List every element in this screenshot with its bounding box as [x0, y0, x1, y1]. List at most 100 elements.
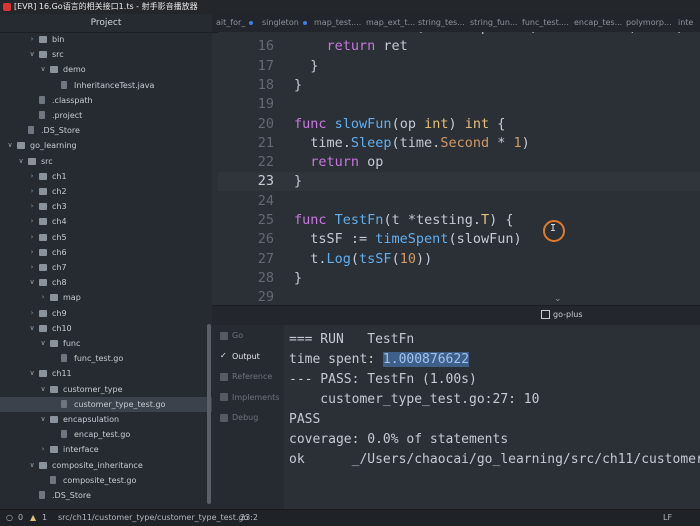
panel-tab-debug[interactable]: Debug — [220, 411, 258, 425]
chevron-down-icon[interactable]: ∨ — [28, 275, 36, 290]
tree-folder[interactable]: › ch1 — [0, 169, 212, 184]
code-editor[interactable]: 15 fmt.Println("time spent:", time.Since… — [218, 32, 700, 302]
chevron-down-icon[interactable]: ∨ — [28, 321, 36, 336]
tree-file[interactable]: composite_test.go — [0, 473, 212, 488]
tree-file[interactable]: .DS_Store — [0, 123, 212, 138]
tree-folder[interactable]: ∨ customer_type — [0, 382, 212, 397]
tree-folder[interactable]: › ch9 — [0, 306, 212, 321]
tree-file[interactable]: func_test.go — [0, 351, 212, 366]
chevron-right-icon[interactable]: › — [39, 442, 47, 457]
code-line[interactable]: 26 tsSF := timeSpent(slowFun) — [218, 230, 700, 249]
chevron-down-icon[interactable]: ∨ — [39, 336, 47, 351]
tree-file[interactable]: customer_type_test.go — [0, 396, 212, 412]
editor-tab[interactable]: string_tes... — [418, 14, 470, 32]
file-icon — [39, 111, 45, 119]
editor-tab[interactable]: ait_for_ — [216, 14, 262, 32]
chevron-down-icon[interactable]: ∨ — [28, 458, 36, 473]
editor-tab[interactable]: func_test.... — [522, 14, 574, 32]
tree-folder[interactable]: ∨ func — [0, 336, 212, 351]
code-line[interactable]: 17 } — [218, 57, 700, 76]
cursor-position[interactable]: 23:2 — [240, 510, 258, 526]
tree-folder[interactable]: ∨ ch8 — [0, 275, 212, 290]
tree-folder[interactable]: ∨ ch11 — [0, 366, 212, 381]
tree-folder[interactable]: ∨ composite_inheritance — [0, 458, 212, 473]
sidebar-scrollbar[interactable] — [207, 324, 211, 504]
code-line[interactable]: 27 t.Log(tsSF(10)) — [218, 250, 700, 269]
tree-file[interactable]: .DS_Store — [0, 488, 212, 503]
chevron-right-icon[interactable]: › — [28, 260, 36, 275]
chevron-right-icon[interactable]: › — [28, 32, 36, 47]
chevron-down-icon[interactable]: ∨ — [39, 62, 47, 77]
status-file-path[interactable]: src/ch11/customer_type/customer_type_tes… — [58, 510, 248, 526]
error-icon[interactable]: ○ — [6, 510, 13, 526]
tree-folder[interactable]: ∨ encapsulation — [0, 412, 212, 427]
error-count[interactable]: 0 — [18, 510, 23, 526]
tree-folder[interactable]: › ch4 — [0, 214, 212, 229]
tree-folder[interactable]: ∨ src — [0, 154, 212, 169]
warning-count[interactable]: 1 — [42, 510, 47, 526]
editor-tab[interactable]: polymorp... — [626, 14, 678, 32]
tree-folder[interactable]: › bin — [0, 32, 212, 47]
tree-file[interactable]: encap_test.go — [0, 427, 212, 442]
code-line[interactable]: 29 — [218, 288, 700, 302]
tree-folder[interactable]: › map — [0, 290, 212, 305]
code-line[interactable]: 24 — [218, 192, 700, 211]
editor-tab[interactable]: singleton — [262, 14, 314, 32]
tree-file[interactable]: .project — [0, 108, 212, 123]
tree-file[interactable]: .classpath — [0, 93, 212, 108]
file-icon — [50, 475, 56, 484]
chevron-down-icon[interactable]: ∨ — [28, 366, 36, 381]
tree-file[interactable]: InheritanceTest.java — [0, 78, 212, 93]
tree-folder[interactable]: › ch6 — [0, 245, 212, 260]
chevron-right-icon[interactable]: › — [28, 199, 36, 214]
chevron-down-icon[interactable]: ∨ — [17, 154, 25, 169]
code-line[interactable]: 21 time.Sleep(time.Second * 1) — [218, 134, 700, 153]
chevron-right-icon[interactable]: › — [28, 184, 36, 199]
editor-tab[interactable]: encap_tes... — [574, 14, 626, 32]
chevron-right-icon[interactable]: › — [39, 290, 47, 305]
tree-folder[interactable]: ∨ go_learning — [0, 138, 212, 153]
chevron-right-icon[interactable]: › — [28, 169, 36, 184]
chevron-down-icon[interactable]: ∨ — [39, 412, 47, 427]
code-line[interactable]: 25 func TestFn(t *testing.T) { — [218, 211, 700, 230]
tree-folder[interactable]: › ch3 — [0, 199, 212, 214]
tab-label: string_tes... — [418, 18, 465, 27]
editor-tab[interactable]: inte — [678, 14, 700, 32]
code-line[interactable]: 19 — [218, 95, 700, 114]
chevron-right-icon[interactable]: › — [28, 245, 36, 260]
chevron-down-icon[interactable]: ∨ — [39, 382, 47, 397]
tree-folder[interactable]: › ch7 — [0, 260, 212, 275]
editor-tab[interactable]: map_test.... — [314, 14, 366, 32]
chevron-down-icon[interactable]: ∨ — [6, 138, 14, 153]
code-token: Second — [440, 134, 490, 151]
code-line[interactable]: 23} — [218, 172, 700, 192]
panel-tab-output[interactable]: ✓ Output — [220, 350, 260, 364]
code-line[interactable]: 16 return ret — [218, 37, 700, 56]
code-line[interactable]: 20 func slowFun(op int) int { — [218, 115, 700, 134]
tree-folder[interactable]: › ch2 — [0, 184, 212, 199]
warning-icon[interactable]: ▲ — [30, 510, 36, 526]
chevron-right-icon[interactable]: › — [28, 214, 36, 229]
tree-folder[interactable]: › interface — [0, 442, 212, 457]
chevron-right-icon[interactable]: › — [28, 230, 36, 245]
tree-folder[interactable]: ∨ demo — [0, 62, 212, 77]
code-text: fmt.Println("time spent:", time.Since(st… — [294, 32, 700, 37]
tree-folder[interactable]: ∨ src — [0, 47, 212, 62]
code-line[interactable]: 28} — [218, 269, 700, 288]
chevron-down-icon[interactable]: ∨ — [28, 47, 36, 62]
panel-tab-reference[interactable]: Reference — [220, 370, 272, 384]
tree-folder[interactable]: ∨ ch10 — [0, 321, 212, 336]
editor-tab[interactable]: map_ext_t... — [366, 14, 418, 32]
code-line[interactable]: 15 fmt.Println("time spent:", time.Since… — [218, 32, 700, 37]
panel-tab-go[interactable]: Go — [220, 329, 243, 343]
code-line[interactable]: 18} — [218, 76, 700, 95]
line-ending[interactable]: LF — [663, 510, 672, 526]
go-plus-panel-label[interactable]: go-plus — [541, 309, 583, 321]
chevron-right-icon[interactable]: › — [28, 306, 36, 321]
output-console[interactable]: === RUN TestFn time spent: 1.000876622 ---… — [284, 325, 700, 509]
panel-tab-implements[interactable]: Implements — [220, 391, 279, 405]
tree-folder[interactable]: › ch5 — [0, 230, 212, 245]
code-line[interactable]: 22 return op — [218, 153, 700, 172]
chevron-down-icon[interactable]: ⌄ — [554, 294, 562, 304]
editor-tab[interactable]: string_fun... — [470, 14, 522, 32]
